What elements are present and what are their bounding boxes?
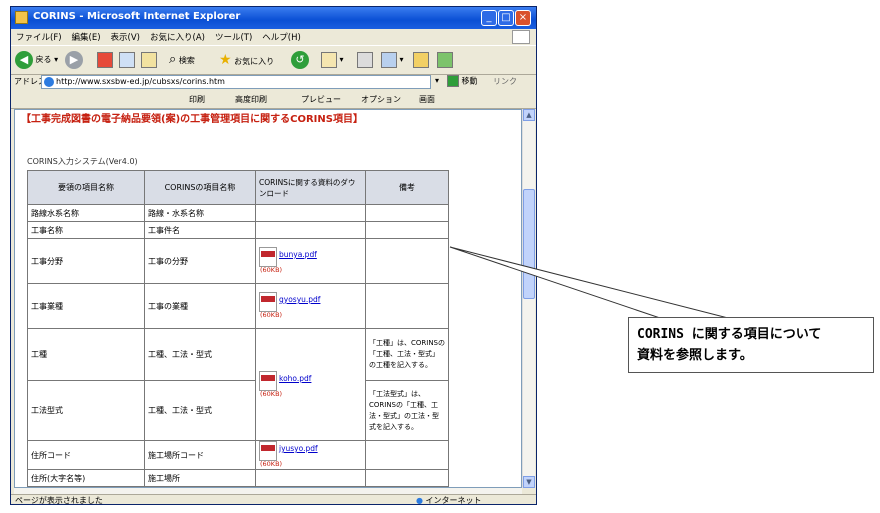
callout-line-2: 資料を参照します。 bbox=[637, 348, 753, 363]
callout-pointer bbox=[449, 246, 729, 319]
callout-arrow bbox=[449, 246, 729, 319]
annotation-callout: CORINS に関する項目について 資料を参照します。 bbox=[628, 317, 874, 373]
callout-line-1: CORINS に関する項目について bbox=[637, 327, 822, 342]
